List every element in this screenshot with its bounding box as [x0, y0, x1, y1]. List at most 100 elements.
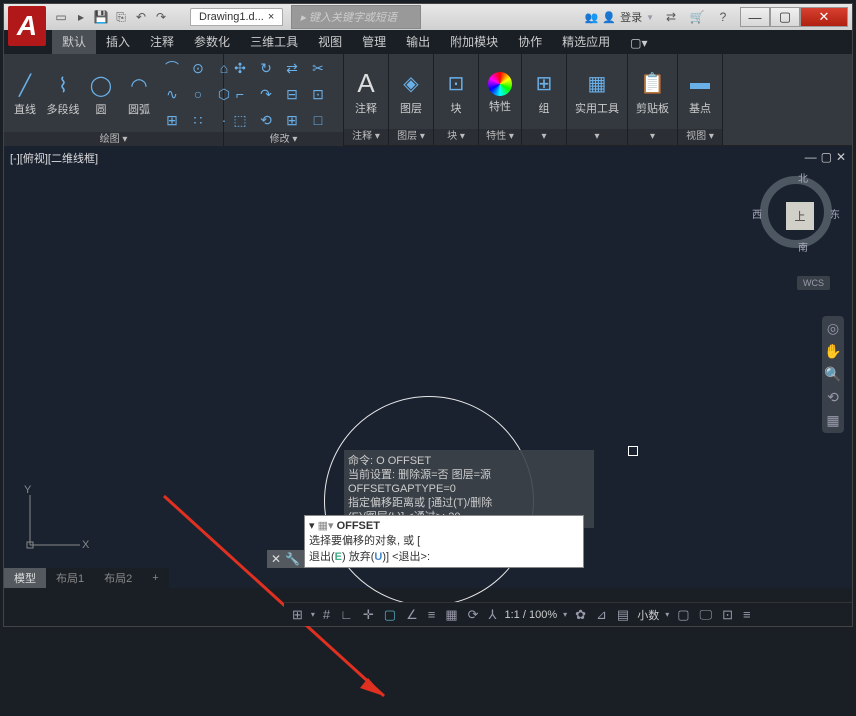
arc-button[interactable]: ◠圆弧: [122, 69, 156, 119]
zoom-icon[interactable]: 🔍: [824, 366, 841, 383]
tab-addons[interactable]: 附加模块: [440, 29, 508, 54]
tab-parametric[interactable]: 参数化: [184, 29, 240, 54]
add-layout-tab[interactable]: +: [142, 570, 168, 586]
tab-3dtools[interactable]: 三维工具: [240, 29, 308, 54]
tab-view[interactable]: 视图: [308, 29, 352, 54]
modify-tool[interactable]: ✣: [228, 56, 252, 80]
draw-tool[interactable]: ⊞: [160, 108, 184, 132]
command-input[interactable]: ▾ ▦▾ OFFSET 选择要偏移的对象, 或 [ 退出(E) 放弃(U)] <…: [304, 515, 584, 568]
saveas-icon[interactable]: ⎘: [112, 8, 130, 26]
modify-tool[interactable]: ⌐: [228, 82, 252, 106]
scale-display[interactable]: 1:1 / 100%: [505, 609, 558, 621]
search-input[interactable]: ▸ 键入关键字或短语: [291, 5, 421, 29]
utilities-button[interactable]: ▦实用工具: [571, 68, 623, 118]
units-display[interactable]: 小数: [637, 607, 659, 623]
nav-wheel-icon[interactable]: ◎: [827, 320, 839, 337]
clean-screen-icon[interactable]: ⊡: [720, 607, 735, 623]
layout2-tab[interactable]: 布局2: [94, 568, 142, 588]
document-tab[interactable]: Drawing1.d...×: [190, 8, 283, 26]
vp-max-icon[interactable]: ▢: [821, 150, 832, 164]
tab-annotate[interactable]: 注释: [140, 29, 184, 54]
line-button[interactable]: ╱直线: [8, 69, 42, 119]
base-button[interactable]: ▬基点: [682, 68, 718, 118]
close-tab-icon[interactable]: ×: [268, 11, 274, 23]
open-icon[interactable]: ▸: [72, 8, 90, 26]
otrack-toggle-icon[interactable]: ∠: [404, 607, 420, 623]
properties-button[interactable]: 特性: [483, 70, 517, 116]
panel-title[interactable]: 特性 ▾: [479, 129, 521, 145]
grid-toggle-icon[interactable]: ⊞: [290, 607, 305, 623]
cycling-icon[interactable]: ⟳: [466, 607, 481, 623]
vc-face[interactable]: 上: [786, 202, 814, 230]
orbit-icon[interactable]: ⟲: [827, 389, 839, 406]
panel-title[interactable]: ▾: [522, 129, 566, 145]
model-tab[interactable]: 模型: [4, 568, 46, 588]
draw-tool[interactable]: ⊙: [186, 56, 210, 80]
customize-icon[interactable]: ≡: [741, 607, 753, 622]
vp-min-icon[interactable]: —: [805, 150, 817, 164]
snap-toggle-icon[interactable]: #: [321, 607, 332, 622]
lineweight-toggle-icon[interactable]: ≡: [426, 607, 438, 622]
panel-title[interactable]: 注释 ▾: [344, 129, 388, 145]
draw-tool[interactable]: ∷: [186, 108, 210, 132]
pan-icon[interactable]: ✋: [824, 343, 841, 360]
modify-tool[interactable]: □: [306, 108, 330, 132]
monitor-icon[interactable]: 🖵: [698, 607, 715, 623]
draw-tool[interactable]: ∿: [160, 82, 184, 106]
panel-title[interactable]: ▾: [628, 129, 677, 145]
polyline-button[interactable]: ⌇多段线: [46, 69, 80, 119]
panel-title[interactable]: 视图 ▾: [678, 129, 722, 145]
close-cmd-icon[interactable]: ✕: [271, 552, 281, 566]
close-button[interactable]: ✕: [800, 7, 848, 27]
osnap-toggle-icon[interactable]: ▢: [382, 607, 398, 623]
help-icon[interactable]: ?: [714, 8, 732, 26]
clipboard-button[interactable]: 📋剪贴板: [632, 68, 673, 118]
annotation-button[interactable]: A注释: [348, 68, 384, 118]
redo-icon[interactable]: ↷: [152, 8, 170, 26]
draw-tool[interactable]: ○: [186, 82, 210, 106]
undo-icon[interactable]: ↶: [132, 8, 150, 26]
maximize-button[interactable]: ▢: [770, 7, 800, 27]
tab-manage[interactable]: 管理: [352, 29, 396, 54]
transparency-icon[interactable]: ▦: [443, 607, 459, 623]
cmd-settings-icon[interactable]: 🔧: [285, 552, 300, 566]
modify-tool[interactable]: ⬚: [228, 108, 252, 132]
group-button[interactable]: ⊞组: [526, 68, 562, 118]
tab-featured[interactable]: 精选应用: [552, 29, 620, 54]
modify-tool[interactable]: ⊞: [280, 108, 304, 132]
circle-button[interactable]: ◯圆: [84, 69, 118, 119]
modify-tool[interactable]: ⇄: [280, 56, 304, 80]
polar-toggle-icon[interactable]: ✛: [361, 607, 376, 623]
cart-icon[interactable]: 🛒: [688, 8, 706, 26]
exchange-icon[interactable]: ⇄: [662, 8, 680, 26]
save-icon[interactable]: 💾: [92, 8, 110, 26]
layers-button[interactable]: ◈图层: [393, 68, 429, 118]
modify-tool[interactable]: ↷: [254, 82, 278, 106]
viewport-label[interactable]: [-][俯视][二维线框]: [10, 150, 98, 166]
app-logo[interactable]: A: [8, 6, 46, 46]
tab-default[interactable]: 默认: [52, 29, 96, 54]
panel-title[interactable]: 块 ▾: [434, 129, 478, 145]
anno-scale-icon[interactable]: ⊿: [594, 607, 609, 623]
tab-insert[interactable]: 插入: [96, 29, 140, 54]
modify-tool[interactable]: ✂: [306, 56, 330, 80]
panel-title[interactable]: ▾: [567, 129, 627, 145]
gear-icon[interactable]: ✿: [573, 607, 588, 623]
layout1-tab[interactable]: 布局1: [46, 568, 94, 588]
block-button[interactable]: ⊡块: [438, 68, 474, 118]
drawing-canvas[interactable]: [-][俯视][二维线框] — ▢ ✕ 北 南 东 西 上 WCS ◎ ✋ 🔍 …: [4, 146, 852, 588]
modify-tool[interactable]: ⊡: [306, 82, 330, 106]
ucs-icon[interactable]: ⅄: [487, 607, 499, 623]
workspace-icon[interactable]: ▢: [675, 607, 691, 623]
vp-close-icon[interactable]: ✕: [836, 150, 846, 164]
cmd-handle[interactable]: ✕🔧: [267, 550, 304, 568]
panel-title[interactable]: 图层 ▾: [389, 129, 433, 145]
login-button[interactable]: 👥👤登录▼: [585, 9, 654, 25]
showmotion-icon[interactable]: ▦: [826, 412, 839, 429]
wcs-badge[interactable]: WCS: [797, 276, 830, 290]
modify-tool[interactable]: ⟲: [254, 108, 278, 132]
ortho-toggle-icon[interactable]: ∟: [338, 607, 355, 622]
draw-tool[interactable]: ⌒: [160, 56, 184, 80]
tab-output[interactable]: 输出: [396, 29, 440, 54]
new-icon[interactable]: ▭: [52, 8, 70, 26]
